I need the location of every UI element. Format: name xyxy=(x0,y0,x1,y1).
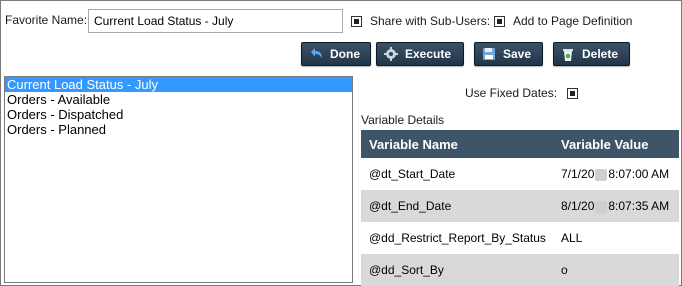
variable-name-cell: @dt_Start_Date xyxy=(369,167,456,181)
redacted-mark xyxy=(595,168,608,181)
delete-label: Delete xyxy=(582,47,619,61)
execute-label: Execute xyxy=(405,47,452,61)
delete-button[interactable]: Delete xyxy=(553,42,630,66)
variable-name-cell: @dd_Sort_By xyxy=(361,254,553,286)
value-time: 8:07:35 AM xyxy=(608,199,670,213)
recycle-bin-icon xyxy=(560,46,576,62)
fixed-dates-checkbox[interactable] xyxy=(567,87,579,99)
page-def-label: Add to Page Definition xyxy=(513,14,633,28)
list-item[interactable]: Orders - Available xyxy=(5,92,352,107)
list-item[interactable]: Orders - Planned xyxy=(5,122,352,137)
variable-name-cell: @dt_End_Date xyxy=(361,190,553,222)
variable-name-cell: @dd_Restrict_Report_By_Status xyxy=(369,231,546,245)
variable-value-cell[interactable]: ALL xyxy=(553,222,679,254)
fixed-dates-label: Use Fixed Dates: xyxy=(465,86,558,100)
variable-value-cell[interactable]: 8/1/20 8:07:35 AM xyxy=(553,190,679,222)
value-date: 7/1/20 xyxy=(561,167,595,181)
value-date: 8/1/20 xyxy=(561,199,595,213)
list-item[interactable]: Orders - Dispatched xyxy=(5,107,352,122)
share-checkbox[interactable] xyxy=(351,15,362,27)
share-option: Share with Sub-Users: xyxy=(351,14,490,28)
favorite-name-input[interactable] xyxy=(88,9,343,33)
done-button[interactable]: Done xyxy=(301,42,371,66)
redacted-mark xyxy=(595,200,608,213)
page-def-checkbox[interactable] xyxy=(494,15,505,27)
execute-button[interactable]: Execute xyxy=(376,42,464,66)
list-item[interactable]: Current Load Status - July xyxy=(5,77,352,92)
undo-arrow-icon xyxy=(308,46,324,62)
gear-icon xyxy=(383,46,399,62)
page-def-option: Add to Page Definition xyxy=(494,14,632,28)
floppy-disk-icon xyxy=(481,46,497,62)
variable-details-table: Variable Name Variable Value @dt_Start_D… xyxy=(361,130,679,286)
variable-details-title: Variable Details xyxy=(361,113,445,127)
save-button[interactable]: Save xyxy=(474,42,543,66)
share-label: Share with Sub-Users: xyxy=(370,14,491,28)
table-row[interactable]: @dd_Sort_By o xyxy=(361,254,679,286)
table-row[interactable]: @dt_End_Date 8/1/20 8:07:35 AM xyxy=(361,190,679,222)
favorite-name-label: Favorite Name: xyxy=(5,13,88,27)
column-header-name: Variable Name xyxy=(361,130,553,158)
column-header-value: Variable Value xyxy=(553,130,679,158)
value-time: 8:07:00 AM xyxy=(608,167,670,181)
favorites-list[interactable]: Current Load Status - July Orders - Avai… xyxy=(4,76,353,283)
save-label: Save xyxy=(503,47,532,61)
favorite-name-row: Favorite Name: xyxy=(5,8,87,32)
variable-value-cell[interactable]: 7/1/20 8:07:00 AM xyxy=(553,158,679,190)
done-label: Done xyxy=(330,47,360,61)
fixed-dates-option: Use Fixed Dates: xyxy=(465,86,579,100)
variable-value-cell[interactable]: o xyxy=(553,254,679,286)
table-row[interactable]: @dt_Start_Date 7/1/20 8:07:00 AM xyxy=(361,158,679,190)
table-row[interactable]: @dd_Restrict_Report_By_Status ALL xyxy=(361,222,679,254)
